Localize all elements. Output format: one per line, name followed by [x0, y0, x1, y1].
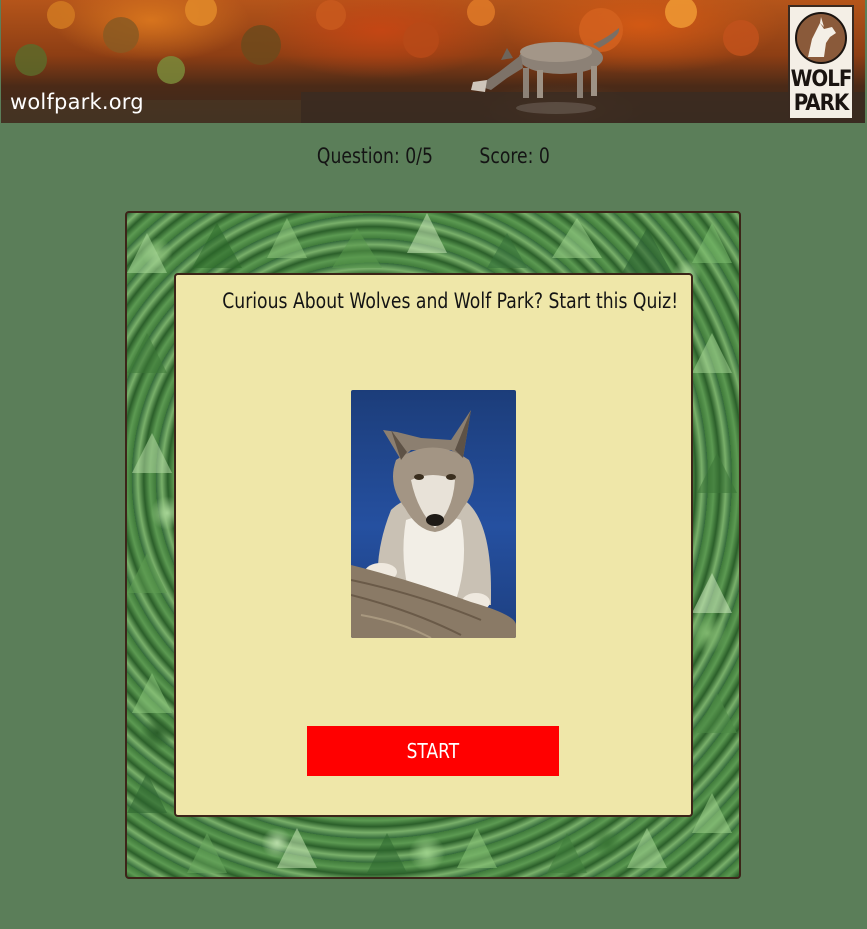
wolf-park-logo[interactable]: WOLF PARK: [788, 5, 854, 120]
quiz-stats: Question: 0/5 Score: 0: [78, 144, 789, 168]
logo-text-wolf: WOLF: [790, 67, 853, 92]
quiz-card: Curious About Wolves and Wolf Park? Star…: [174, 273, 693, 817]
score-counter: Score: 0: [479, 144, 550, 168]
start-button[interactable]: START: [307, 726, 559, 776]
wolf-photo: [351, 390, 516, 638]
header-banner: wolfpark.org WOLF PARK: [1, 0, 865, 123]
howling-wolf-icon: [795, 12, 847, 64]
logo-text-park: PARK: [793, 91, 849, 116]
quiz-title: Curious About Wolves and Wolf Park? Star…: [222, 289, 679, 313]
question-counter: Question: 0/5: [316, 144, 433, 168]
start-button-label: START: [406, 739, 460, 763]
site-url: wolfpark.org: [10, 90, 144, 114]
wolf-portrait-image: [351, 410, 516, 638]
